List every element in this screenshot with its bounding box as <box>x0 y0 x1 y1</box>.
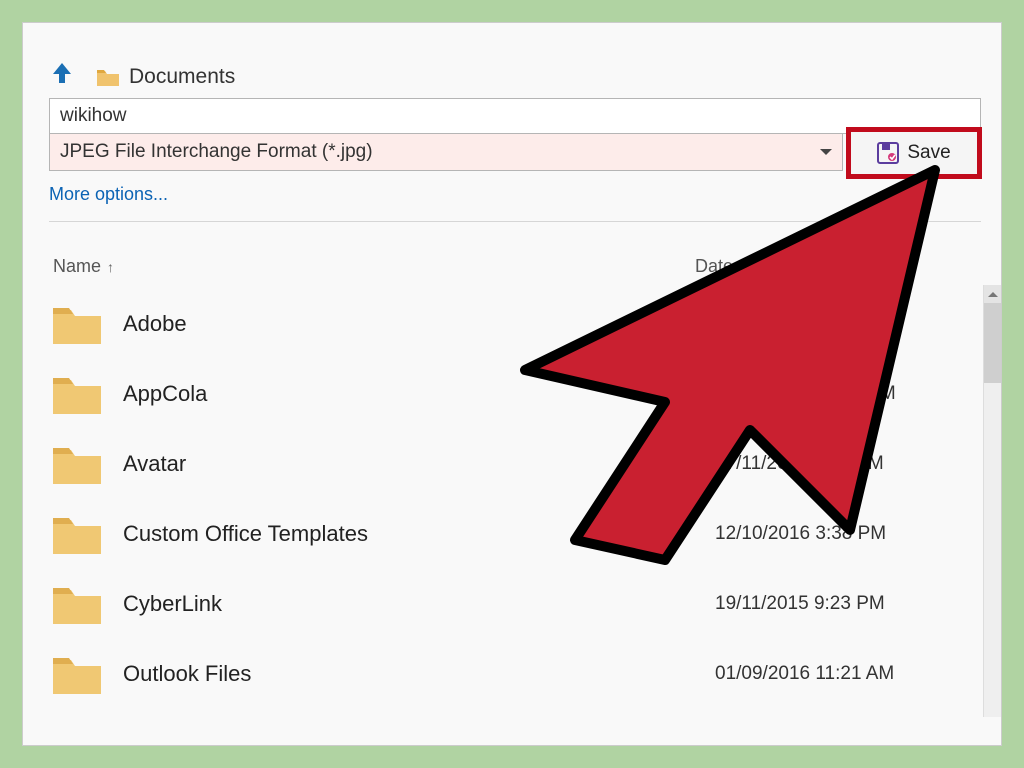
folder-icon <box>53 654 101 694</box>
list-item[interactable]: CyberLink 19/11/2015 9:23 PM <box>53 569 975 639</box>
breadcrumb: Documents <box>49 61 981 92</box>
folder-icon <box>53 584 101 624</box>
list-header: Name ↑ Date modified <box>23 222 1001 285</box>
file-date: 01/09/2016 11:21 AM <box>715 663 975 685</box>
file-date: 12/10/2016 3:38 PM <box>715 523 975 545</box>
file-date: 15/08/2016 3:49 PM <box>715 313 975 335</box>
save-button-label: Save <box>907 142 950 164</box>
breadcrumb-location[interactable]: Documents <box>129 65 235 89</box>
dialog-top-area: Documents JPEG File Interchange Format (… <box>23 23 1001 205</box>
save-button[interactable]: Save <box>847 128 981 178</box>
column-name-header[interactable]: Name ↑ <box>53 256 695 277</box>
folder-icon <box>53 514 101 554</box>
folder-icon <box>53 304 101 344</box>
file-list-body: Adobe 15/08/2016 3:49 PM AppCola 02/08/2… <box>23 285 1001 717</box>
list-item[interactable]: Adobe 15/08/2016 3:49 PM <box>53 289 975 359</box>
scrollbar[interactable] <box>983 285 1001 717</box>
file-name: CyberLink <box>123 591 715 617</box>
file-name: Avatar <box>123 451 715 477</box>
folder-icon <box>53 374 101 414</box>
folder-icon <box>97 68 119 86</box>
file-format-select[interactable]: JPEG File Interchange Format (*.jpg) <box>49 133 843 171</box>
file-name: AppCola <box>123 381 715 407</box>
file-format-selected: JPEG File Interchange Format (*.jpg) <box>60 141 373 163</box>
file-name: Outlook Files <box>123 661 715 687</box>
list-item[interactable]: Custom Office Templates 12/10/2016 3:38 … <box>53 499 975 569</box>
save-dialog-window: Documents JPEG File Interchange Format (… <box>22 22 1002 746</box>
folder-icon <box>53 444 101 484</box>
sort-ascending-icon: ↑ <box>107 259 114 275</box>
chevron-down-icon <box>820 149 832 155</box>
list-item[interactable]: AppCola 02/08/2016 10:23 AM <box>53 359 975 429</box>
file-name: Custom Office Templates <box>123 521 715 547</box>
file-name: Adobe <box>123 311 715 337</box>
list-item[interactable]: Avatar 17/11/2015 4:25 AM <box>53 429 975 499</box>
file-date: 02/08/2016 10:23 AM <box>715 383 975 405</box>
file-date: 19/11/2015 9:23 PM <box>715 593 975 615</box>
list-item[interactable]: Outlook Files 01/09/2016 11:21 AM <box>53 639 975 709</box>
save-icon <box>877 142 899 164</box>
scroll-up-icon[interactable] <box>984 285 1001 303</box>
more-options-link[interactable]: More options... <box>49 184 168 205</box>
file-list: Adobe 15/08/2016 3:49 PM AppCola 02/08/2… <box>23 285 1001 717</box>
scroll-thumb[interactable] <box>984 303 1001 383</box>
up-arrow-icon[interactable] <box>51 61 73 92</box>
filename-input[interactable] <box>49 98 981 134</box>
file-date: 17/11/2015 4:25 AM <box>715 453 975 475</box>
column-date-header[interactable]: Date modified <box>695 256 975 277</box>
